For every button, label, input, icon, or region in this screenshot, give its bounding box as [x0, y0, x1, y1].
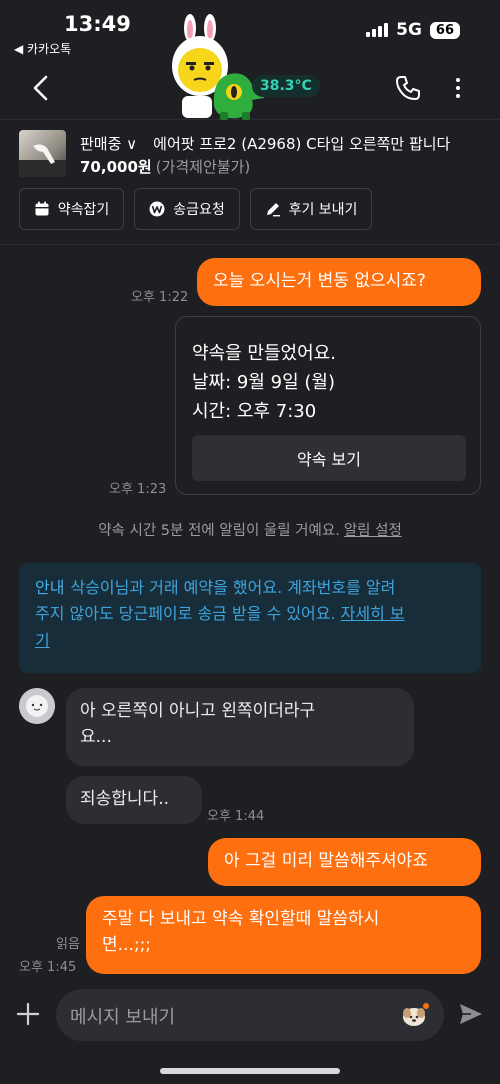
- back-to-app-link[interactable]: ◀ 카카오톡: [14, 40, 71, 57]
- more-icon[interactable]: [452, 76, 464, 100]
- message-text-line2: 요...: [80, 727, 112, 748]
- won-icon: [149, 201, 165, 217]
- network-type: 5G: [396, 20, 422, 40]
- reminder-note-text: 약속 시간 5분 전에 알림이 울릴 거예요.: [98, 523, 340, 539]
- avatar[interactable]: [19, 688, 55, 724]
- appointment-date: 날짜: 9월 9일 (월): [192, 372, 335, 393]
- message-input-bar: 메시지 보내기: [0, 985, 500, 1045]
- status-indicators: 5G 66: [366, 20, 460, 40]
- message-bubble-other[interactable]: 아 오른쪽이 아니고 왼쪽이더라구 요...: [66, 688, 414, 766]
- view-appointment-button[interactable]: 약속 보기: [192, 435, 466, 481]
- info-text-line1: 삭승이님과 거래 예약을 했어요. 계좌번호를 알려: [70, 578, 396, 597]
- chat-header: 38.3°C: [0, 14, 500, 120]
- product-price-row: 70,000원 (가격제안불가): [80, 156, 250, 177]
- appointment-button[interactable]: 약속잡기: [19, 188, 124, 230]
- message-text-line1: 아 오른쪽이 아니고 왼쪽이더라구: [80, 701, 316, 721]
- product-thumbnail[interactable]: [19, 130, 66, 177]
- back-arrow-icon[interactable]: [30, 74, 52, 102]
- message-time: 오후 1:22: [131, 290, 189, 305]
- message-bubble-me[interactable]: 아 그걸 미리 말씀해주셔야죠: [208, 838, 481, 886]
- appointment-title: 약속을 만들었어요.: [192, 343, 336, 364]
- read-receipt: 읽음: [56, 937, 80, 952]
- appointment-time: 시간: 오후 7:30: [192, 401, 317, 422]
- character-sticker-icon: [172, 14, 266, 120]
- message-text-line1: 주말 다 보내고 약속 확인할때 말씀하시: [102, 909, 380, 929]
- message-bubble-other[interactable]: 죄송합니다..: [66, 776, 202, 824]
- pencil-icon: [266, 203, 280, 217]
- message-bubble-me[interactable]: 주말 다 보내고 약속 확인할때 말씀하시 면...;;;: [86, 896, 481, 974]
- status-time: 13:49: [64, 12, 131, 36]
- calendar-icon: [35, 201, 49, 216]
- emoji-icon[interactable]: [402, 1002, 430, 1028]
- battery-icon: 66: [429, 21, 460, 39]
- appointment-button-label: 약속잡기: [57, 202, 110, 218]
- learn-more-link-cont[interactable]: 기: [35, 631, 50, 650]
- message-input[interactable]: 메시지 보내기: [56, 989, 444, 1041]
- plus-icon[interactable]: [16, 1002, 40, 1026]
- phone-icon[interactable]: [394, 74, 422, 102]
- request-payment-button[interactable]: 송금요청: [134, 188, 240, 230]
- message-input-placeholder: 메시지 보내기: [70, 1007, 176, 1028]
- message-time: 오후 1:23: [109, 482, 167, 497]
- info-text-line2: 주지 않아도 당근페이로 송금 받을 수 있어요.: [35, 604, 336, 624]
- price-note: (가격제안불가): [155, 158, 251, 176]
- message-text-line2: 면...;;;: [102, 935, 152, 956]
- product-title: 에어팟 프로2 (A2968) C타입 오른쪽만 팝니다: [153, 135, 451, 153]
- header-divider: [0, 244, 500, 245]
- message-time: 오후 1:44: [207, 809, 265, 824]
- sale-status-dropdown[interactable]: 판매중 ∨: [80, 135, 137, 153]
- message-time: 오후 1:45: [19, 960, 77, 975]
- info-label: 안내: [35, 578, 65, 597]
- product-summary: 판매중 ∨ 에어팟 프로2 (A2968) C타입 오른쪽만 팝니다 70,000…: [0, 120, 500, 230]
- request-payment-button-label: 송금요청: [173, 202, 225, 218]
- send-review-button[interactable]: 후기 보내기: [250, 188, 372, 230]
- send-icon[interactable]: [458, 1001, 484, 1027]
- send-review-button-label: 후기 보내기: [288, 202, 358, 218]
- message-bubble-me[interactable]: 오늘 오시는거 변동 없으시죠?: [197, 258, 481, 306]
- manner-temperature-badge[interactable]: 38.3°C: [252, 75, 320, 97]
- reminder-note: 약속 시간 5분 전에 알림이 울릴 거예요. 알림 설정: [0, 519, 500, 540]
- home-indicator: [160, 1068, 340, 1074]
- product-title-row[interactable]: 판매중 ∨ 에어팟 프로2 (A2968) C타입 오른쪽만 팝니다: [80, 133, 450, 154]
- learn-more-link[interactable]: 자세히 보: [341, 604, 405, 623]
- signal-icon: [366, 23, 389, 37]
- info-notice: 안내 삭승이님과 거래 예약을 했어요. 계좌번호를 알려 주지 않아도 당근페이…: [19, 563, 481, 673]
- appointment-card: 약속을 만들었어요. 날짜: 9월 9일 (월) 시간: 오후 7:30 약속 …: [175, 316, 481, 495]
- product-price: 70,000원: [80, 158, 152, 176]
- notification-settings-link[interactable]: 알림 설정: [344, 523, 402, 539]
